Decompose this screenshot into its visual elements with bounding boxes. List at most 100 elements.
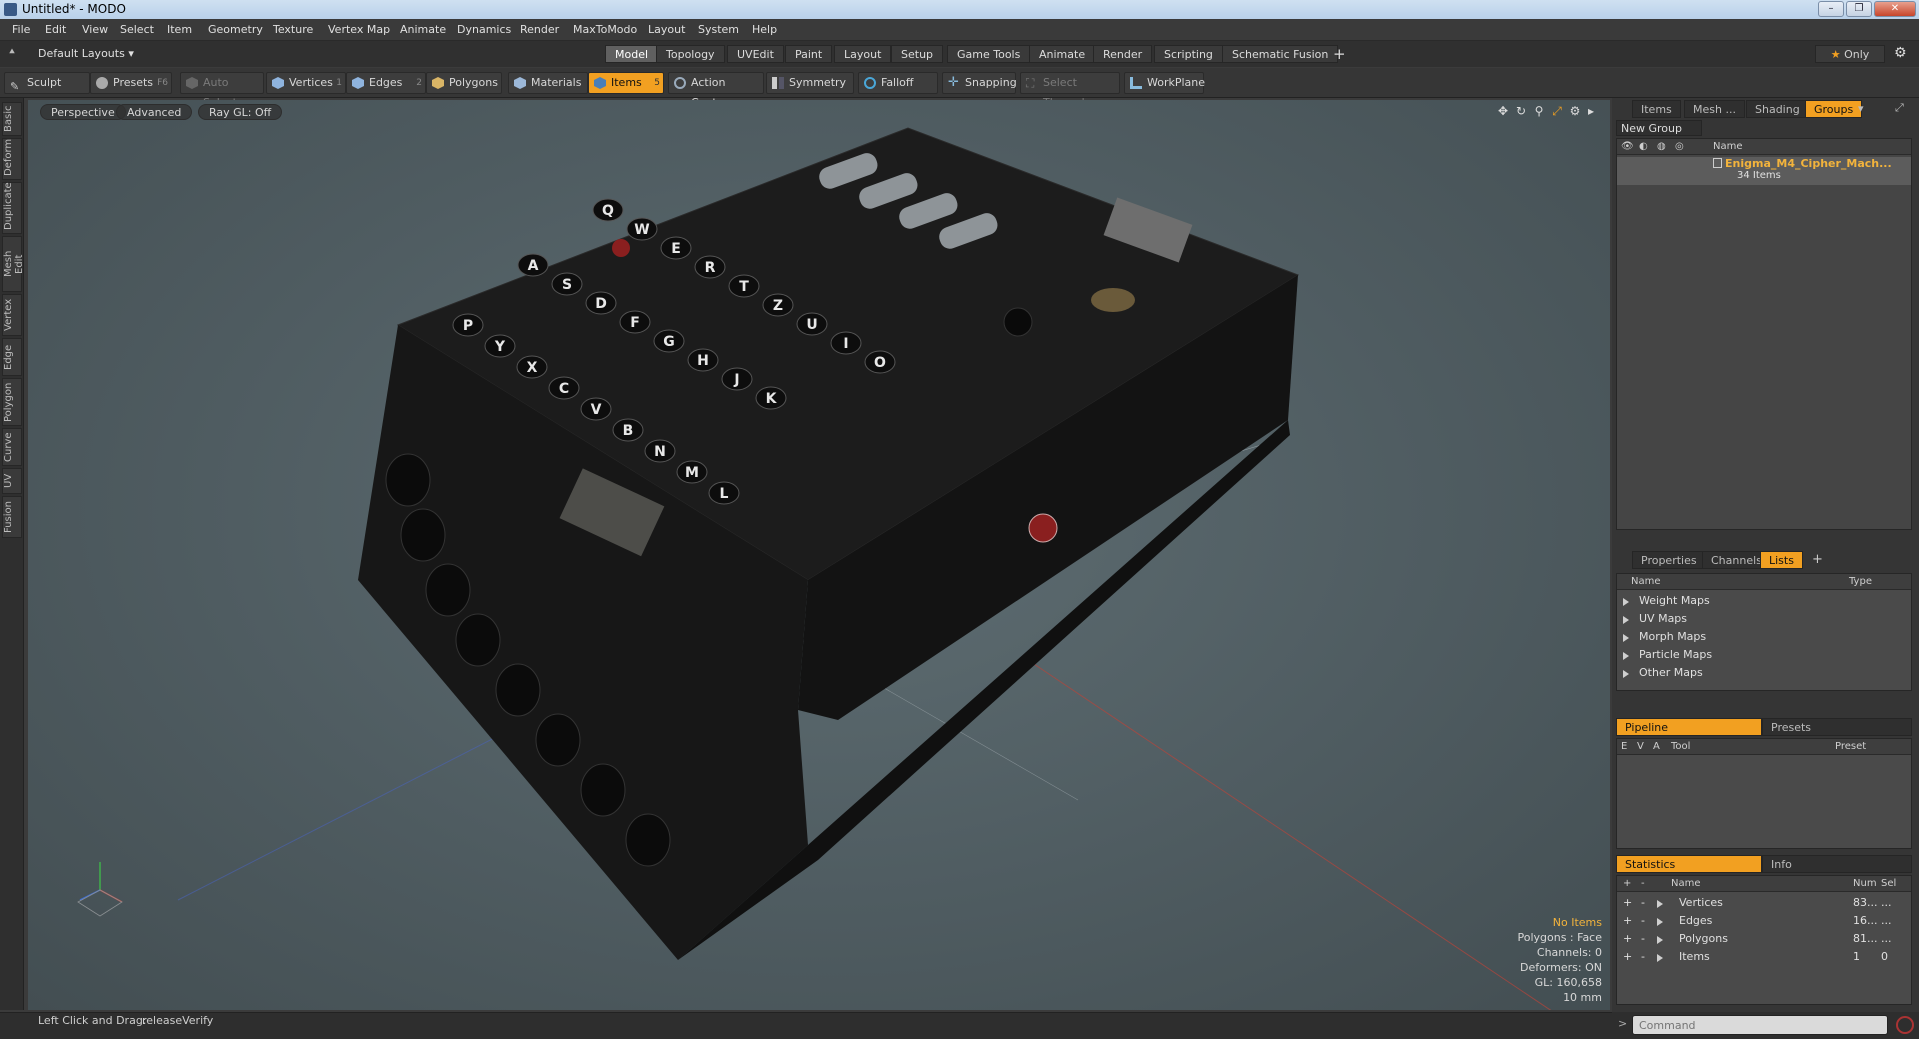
remove-icon[interactable]: - bbox=[1641, 930, 1645, 948]
maximize-button[interactable]: ❐ bbox=[1846, 1, 1872, 17]
tab-setup[interactable]: Setup bbox=[891, 45, 944, 63]
list-item[interactable]: Weight Maps bbox=[1617, 592, 1911, 610]
add-icon[interactable]: + bbox=[1623, 930, 1632, 948]
list-item[interactable]: Particle Maps bbox=[1617, 646, 1911, 664]
gear-icon[interactable]: ⚙ bbox=[1894, 45, 1907, 61]
menu-render[interactable]: Render bbox=[520, 23, 559, 36]
presets-button[interactable]: Presets F6 bbox=[90, 72, 172, 94]
menu-maxtomodo[interactable]: MaxToModo bbox=[573, 23, 637, 36]
tab-layout[interactable]: Layout bbox=[834, 45, 892, 63]
polygons-button[interactable]: Polygons bbox=[426, 72, 502, 94]
menu-item[interactable]: Item bbox=[167, 23, 192, 36]
tab-model[interactable]: Model bbox=[605, 45, 659, 63]
add-list-tab-button[interactable]: + bbox=[1812, 552, 1823, 567]
render-icon[interactable]: ◐ bbox=[1639, 139, 1648, 154]
group-row[interactable]: Enigma_M4_Cipher_Mach... 34 Items bbox=[1617, 157, 1911, 185]
menu-system[interactable]: System bbox=[698, 23, 739, 36]
command-input[interactable] bbox=[1632, 1015, 1888, 1035]
record-icon[interactable] bbox=[1896, 1016, 1914, 1034]
tab-vertex[interactable]: Vertex bbox=[2, 294, 22, 336]
tab-schematic-fusion[interactable]: Schematic Fusion bbox=[1222, 45, 1339, 63]
list-item[interactable]: Other Maps bbox=[1617, 664, 1911, 682]
tab-edge[interactable]: Edge bbox=[2, 338, 22, 376]
tab-shading[interactable]: Shading bbox=[1746, 100, 1809, 118]
stat-row-polygons[interactable]: + - Polygons 81...... bbox=[1617, 930, 1911, 948]
menu-select[interactable]: Select bbox=[120, 23, 154, 36]
list-item[interactable]: UV Maps bbox=[1617, 610, 1911, 628]
tab-game-tools[interactable]: Game Tools bbox=[947, 45, 1031, 63]
remove-icon[interactable]: - bbox=[1641, 894, 1645, 912]
tab-presets[interactable]: Presets bbox=[1762, 718, 1912, 736]
tab-items[interactable]: Items bbox=[1632, 100, 1681, 118]
eye-icon[interactable]: 👁 bbox=[1621, 139, 1634, 154]
items-button[interactable]: Items 5 bbox=[588, 72, 664, 94]
tab-uv[interactable]: UV bbox=[2, 468, 22, 494]
fit-view-icon[interactable]: ⤢ bbox=[1550, 104, 1564, 118]
menu-geometry[interactable]: Geometry bbox=[208, 23, 263, 36]
list-item[interactable]: Morph Maps bbox=[1617, 628, 1911, 646]
menu-view[interactable]: View bbox=[82, 23, 108, 36]
action-center-button[interactable]: Action Center bbox=[668, 72, 764, 109]
stat-row-edges[interactable]: + - Edges 16...... bbox=[1617, 912, 1911, 930]
snapping-button[interactable]: ✛ Snapping bbox=[942, 72, 1017, 94]
edges-button[interactable]: Edges 2 bbox=[346, 72, 426, 94]
stat-row-vertices[interactable]: + - Vertices 83...... bbox=[1617, 894, 1911, 912]
tab-properties[interactable]: Properties bbox=[1632, 551, 1706, 569]
menu-file[interactable]: File bbox=[12, 23, 30, 36]
tab-curve[interactable]: Curve bbox=[2, 428, 22, 466]
menu-layout[interactable]: Layout bbox=[648, 23, 685, 36]
tab-basic[interactable]: Basic bbox=[2, 102, 22, 136]
menu-texture[interactable]: Texture bbox=[273, 23, 313, 36]
tab-mesh-edit[interactable]: Mesh Edit bbox=[2, 236, 25, 292]
tab-uvedit[interactable]: UVEdit bbox=[727, 45, 784, 63]
vertices-button[interactable]: Vertices 1 bbox=[266, 72, 346, 94]
new-group-button[interactable]: New Group bbox=[1616, 120, 1702, 136]
layout-menu-icon[interactable]: ⯅ bbox=[8, 47, 16, 58]
viewport-menu-icon[interactable]: ▸ bbox=[1584, 104, 1598, 118]
menu-dynamics[interactable]: Dynamics bbox=[457, 23, 511, 36]
tab-lists[interactable]: Lists bbox=[1760, 551, 1803, 569]
rotate-view-icon[interactable]: ↻ bbox=[1514, 104, 1528, 118]
workplane-button[interactable]: WorkPlane bbox=[1124, 72, 1205, 94]
tab-fusion[interactable]: Fusion bbox=[2, 496, 22, 538]
tab-deform[interactable]: Deform bbox=[2, 138, 22, 180]
remove-icon[interactable]: - bbox=[1641, 912, 1645, 930]
menu-help[interactable]: Help bbox=[752, 23, 777, 36]
materials-button[interactable]: Materials bbox=[508, 72, 588, 94]
select-icon[interactable]: ◎ bbox=[1675, 139, 1684, 154]
sculpt-button[interactable]: ✎ Sculpt bbox=[4, 72, 90, 94]
perspective-dropdown[interactable]: Perspective bbox=[40, 104, 126, 120]
menu-vertex-map[interactable]: Vertex Map bbox=[328, 23, 390, 36]
only-toggle[interactable]: ★ Only bbox=[1815, 45, 1885, 63]
minimize-button[interactable]: – bbox=[1818, 1, 1844, 17]
stat-row-items[interactable]: + - Items 10 bbox=[1617, 948, 1911, 966]
advanced-dropdown[interactable]: Advanced bbox=[116, 104, 193, 120]
tab-info[interactable]: Info bbox=[1762, 855, 1912, 873]
tab-topology[interactable]: Topology bbox=[656, 45, 725, 63]
move-view-icon[interactable]: ✥ bbox=[1496, 104, 1510, 118]
add-tab-button[interactable]: + bbox=[1333, 45, 1346, 63]
remove-icon[interactable]: - bbox=[1641, 948, 1645, 966]
close-button[interactable]: ✕ bbox=[1874, 1, 1916, 17]
add-icon[interactable]: + bbox=[1623, 912, 1632, 930]
menu-animate[interactable]: Animate bbox=[400, 23, 446, 36]
add-icon[interactable]: + bbox=[1623, 894, 1632, 912]
tab-groups[interactable]: Groups bbox=[1805, 100, 1863, 118]
raygl-toggle[interactable]: Ray GL: Off bbox=[198, 104, 283, 120]
tab-duplicate[interactable]: Duplicate bbox=[2, 182, 22, 234]
add-icon[interactable]: + bbox=[1623, 948, 1632, 966]
expand-icon[interactable]: ⤢ bbox=[1895, 101, 1904, 115]
viewport-settings-icon[interactable]: ⚙ bbox=[1568, 104, 1582, 118]
lock-icon[interactable]: ◍ bbox=[1657, 139, 1666, 154]
default-layouts-dropdown[interactable]: Default Layouts ▾ bbox=[38, 47, 134, 60]
zoom-view-icon[interactable]: ⚲ bbox=[1532, 104, 1546, 118]
tab-paint[interactable]: Paint bbox=[785, 45, 833, 63]
menu-edit[interactable]: Edit bbox=[45, 23, 66, 36]
select-through-button[interactable]: ⛶Select Through bbox=[1020, 72, 1120, 109]
auto-select-button[interactable]: Auto Select bbox=[180, 72, 264, 109]
tab-scripting[interactable]: Scripting bbox=[1154, 45, 1223, 63]
tab-render[interactable]: Render bbox=[1093, 45, 1153, 63]
panel-menu-icon[interactable]: ▾ bbox=[1858, 102, 1864, 115]
tab-pipeline[interactable]: Pipeline bbox=[1616, 718, 1762, 736]
tab-animate[interactable]: Animate bbox=[1029, 45, 1096, 63]
